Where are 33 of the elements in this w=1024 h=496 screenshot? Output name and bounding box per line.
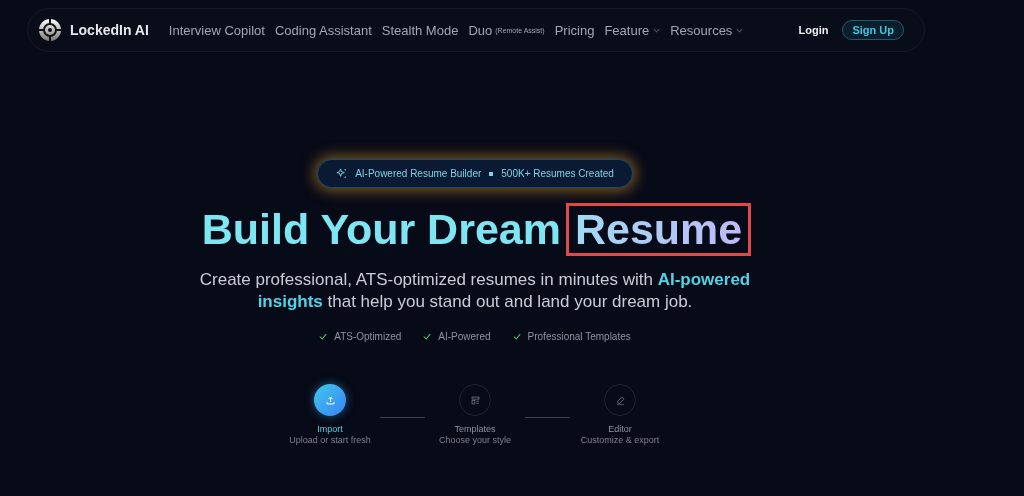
feature-label: Professional Templates <box>527 331 631 342</box>
logo-icon <box>38 18 62 42</box>
step-caption: Upload or start fresh <box>289 435 371 445</box>
check-icon <box>512 333 521 340</box>
badge-text: 500K+ Resumes Created <box>501 168 614 179</box>
nav-link[interactable]: Stealth Mode <box>381 22 459 38</box>
feature-label: AI-Powered <box>438 331 491 342</box>
upload-icon <box>324 394 336 406</box>
step-circle[interactable] <box>314 384 346 416</box>
brand-name[interactable]: LockedIn AI <box>70 22 149 38</box>
step-title: Templates <box>454 424 496 434</box>
subtitle: Create professional, ATS-optimized resumes in minutes with AI-powered insights that help you stand out and land your dream job. <box>198 269 752 313</box>
nav-link[interactable]: Interview Copilot <box>168 22 265 38</box>
login-link[interactable]: Login <box>798 24 829 36</box>
step-caption: Choose your style <box>438 435 511 445</box>
step-title: Editor <box>608 424 632 434</box>
badge-text: AI-Powered Resume Builder <box>355 168 482 179</box>
caret-icon <box>736 27 744 33</box>
step-caption: Customize & export <box>580 435 660 445</box>
feature-label: ATS-Optimized <box>334 331 402 342</box>
nav-link[interactable]: Resources <box>670 22 744 38</box>
sparkle-icon <box>336 168 348 179</box>
step-title: Import <box>317 424 343 434</box>
check-icon <box>423 333 432 340</box>
nav-link[interactable]: Pricing <box>554 22 595 38</box>
nav-link[interactable]: Coding Assistant <box>274 22 372 38</box>
sign-up-button[interactable]: Sign Up <box>842 20 904 40</box>
layout-icon <box>469 394 481 406</box>
headline: Build Your Dream <box>201 208 561 251</box>
check-icon <box>319 333 328 340</box>
pencil-icon <box>614 394 626 406</box>
nav-link[interactable]: Feature <box>604 22 661 38</box>
caret-icon <box>653 27 661 33</box>
